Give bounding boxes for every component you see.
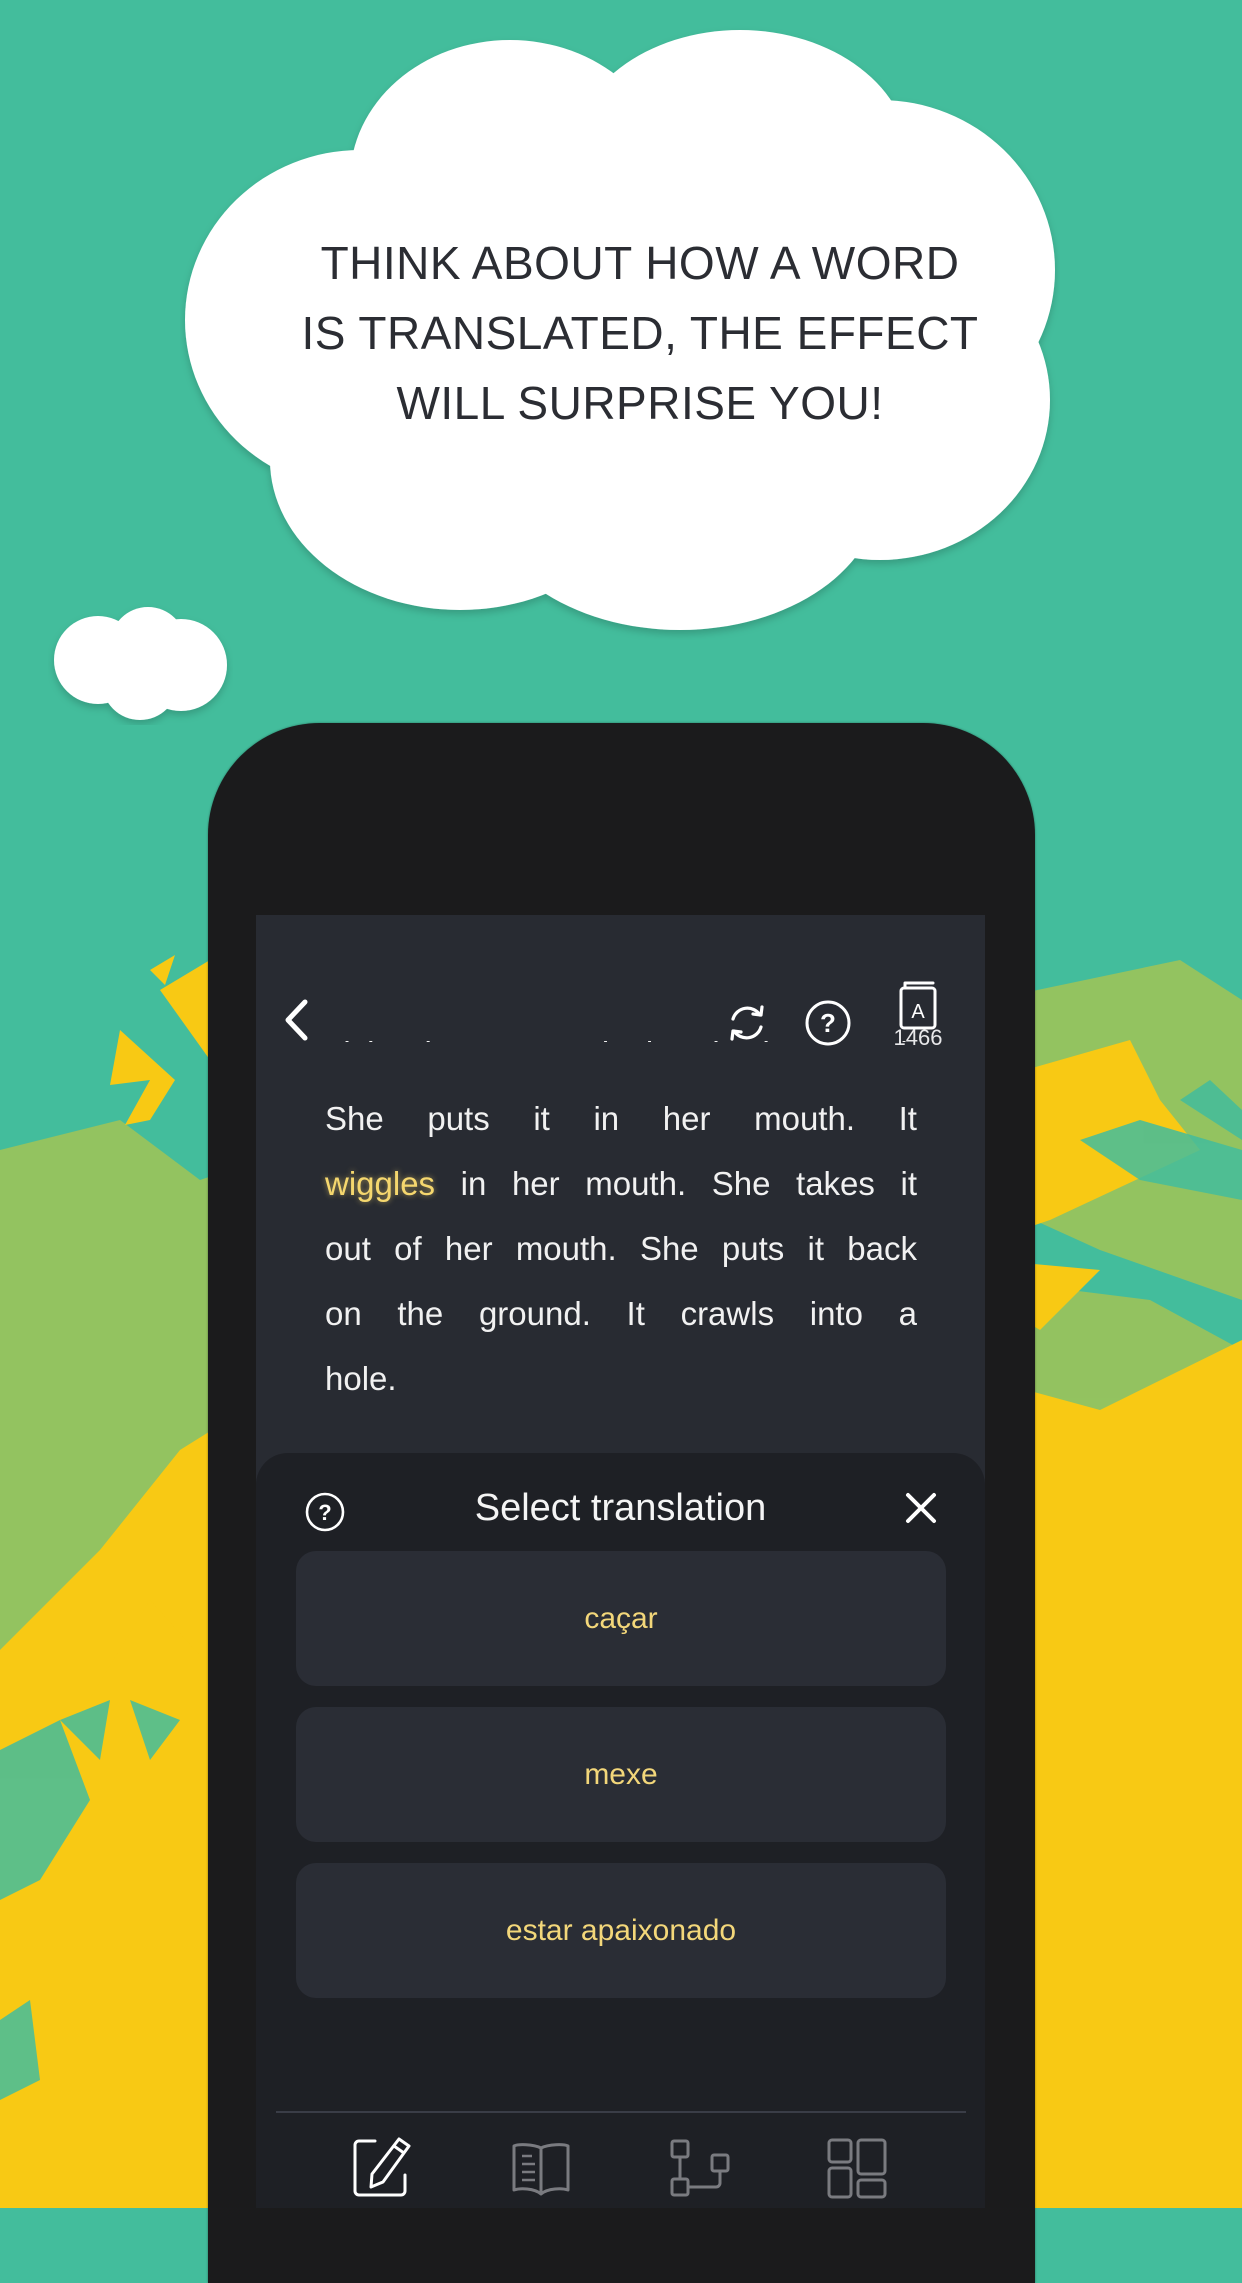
flowchart-icon bbox=[670, 2139, 730, 2197]
word[interactable]: it bbox=[533, 1086, 550, 1151]
nav-divider bbox=[276, 2111, 966, 2113]
word[interactable]: her bbox=[512, 1151, 560, 1216]
word[interactable]: her bbox=[445, 1216, 493, 1281]
close-button[interactable] bbox=[896, 1483, 946, 1533]
edit-pencil-icon bbox=[353, 2137, 411, 2197]
word[interactable]: a bbox=[899, 1281, 917, 1346]
sheet-title: Select translation bbox=[474, 1487, 767, 1529]
word[interactable]: wiggles bbox=[578, 1021, 688, 1042]
headline-line: WILL SURPRISE YOU! bbox=[396, 377, 884, 429]
option-label: estar apaixonado bbox=[505, 1913, 737, 1947]
close-icon bbox=[906, 1493, 936, 1523]
word[interactable]: it bbox=[901, 1151, 918, 1216]
word[interactable]: It bbox=[535, 1021, 553, 1042]
word[interactable]: crawls bbox=[681, 1281, 775, 1346]
option-label: caçar bbox=[584, 1601, 658, 1635]
nav-flow[interactable] bbox=[664, 2133, 734, 2203]
text-line: She puts it in her mouth. It bbox=[325, 1086, 917, 1151]
translation-option[interactable]: estar apaixonado bbox=[296, 1863, 946, 1998]
translation-sheet: ? Select translation wiggle /ˈwigəl/ caç… bbox=[256, 1453, 985, 2208]
word[interactable]: hole. bbox=[325, 1346, 397, 1411]
word[interactable]: ground. bbox=[479, 1281, 591, 1346]
dictionary-button[interactable]: A 1466 bbox=[883, 980, 953, 1060]
word[interactable]: her bbox=[762, 1021, 810, 1042]
word[interactable]: on bbox=[325, 1281, 362, 1346]
word[interactable]: into bbox=[810, 1281, 863, 1346]
text-line: hole. bbox=[325, 1346, 917, 1411]
nav-book[interactable] bbox=[506, 2133, 576, 2203]
word[interactable]: back bbox=[847, 1216, 917, 1281]
word[interactable]: in bbox=[461, 1151, 487, 1216]
translation-option[interactable]: caçar bbox=[296, 1551, 946, 1686]
word[interactable]: puts bbox=[722, 1216, 784, 1281]
word[interactable]: it bbox=[424, 1021, 441, 1042]
text-line: wiggles in her mouth. She takes it bbox=[325, 1151, 917, 1216]
word[interactable]: of bbox=[394, 1216, 422, 1281]
small-cloud bbox=[54, 607, 227, 720]
word[interactable]: takes bbox=[796, 1151, 875, 1216]
headline-line: THINK ABOUT HOW A WORD bbox=[320, 237, 960, 289]
word[interactable]: picks bbox=[325, 1021, 400, 1042]
word[interactable]: mouth. bbox=[516, 1216, 617, 1281]
word[interactable]: the bbox=[397, 1281, 443, 1346]
word[interactable]: It bbox=[899, 1086, 917, 1151]
word[interactable]: mouth. bbox=[754, 1086, 855, 1151]
word[interactable]: in bbox=[712, 1021, 738, 1042]
word[interactable]: It bbox=[627, 1281, 645, 1346]
word[interactable]: her bbox=[663, 1086, 711, 1151]
nav-edit[interactable] bbox=[347, 2133, 417, 2203]
translation-option[interactable]: mexe bbox=[296, 1707, 946, 1842]
word[interactable]: She bbox=[712, 1151, 771, 1216]
text-line: out of her mouth. She puts it back bbox=[325, 1216, 917, 1281]
word[interactable]: out bbox=[325, 1216, 371, 1281]
headline-line: IS TRANSLATED, THE EFFECT bbox=[301, 307, 979, 359]
word[interactable]: up. bbox=[465, 1021, 511, 1042]
reading-text: picksitup.Itwigglesinherhand.Sheputsitin… bbox=[325, 1035, 917, 1411]
word[interactable]: hand. bbox=[834, 1021, 917, 1042]
text-line: picks it up. It wiggles in her hand. bbox=[325, 1021, 917, 1042]
word[interactable]: She bbox=[325, 1086, 384, 1151]
chevron-left-icon bbox=[285, 999, 308, 1041]
svg-text:A: A bbox=[911, 1001, 925, 1023]
app-screen: ? A 1466 picksitup.Itwigglesinherhand.Sh… bbox=[256, 915, 985, 2208]
text-line: on the ground. It crawls into a bbox=[325, 1281, 917, 1346]
dashboard-grid-icon bbox=[827, 2138, 887, 2199]
word[interactable]: mouth. bbox=[585, 1151, 686, 1216]
word[interactable]: it bbox=[808, 1216, 825, 1281]
word[interactable]: puts bbox=[427, 1086, 489, 1151]
promo-headline: THINK ABOUT HOW A WORD IS TRANSLATED, TH… bbox=[230, 228, 1050, 438]
back-button[interactable] bbox=[266, 995, 326, 1045]
word[interactable]: She bbox=[640, 1216, 699, 1281]
word[interactable]: in bbox=[593, 1086, 619, 1151]
nav-dashboard[interactable] bbox=[822, 2133, 892, 2203]
highlighted-word[interactable]: wiggles bbox=[325, 1151, 435, 1216]
option-label: mexe bbox=[584, 1757, 658, 1791]
open-book-icon bbox=[512, 2143, 570, 2196]
